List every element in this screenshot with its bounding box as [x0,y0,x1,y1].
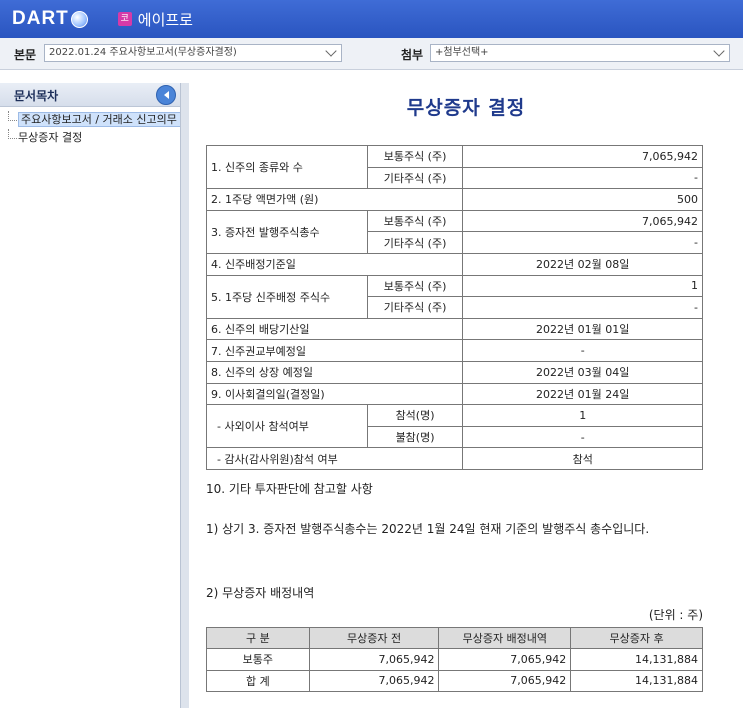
cell-value: 1 [462,274,703,298]
row-label: 8. 신주의 상장 예정일 [205,360,464,384]
sub-label: 참석(명) [366,404,464,427]
table-row: 2. 1주당 액면가액 (원) 500 [205,188,703,211]
cell-value: 1 [462,404,703,427]
toc-item-bonus-issue[interactable]: 무상증자 결정 [0,129,180,147]
row-label: 6. 신주의 배당기산일 [205,317,464,341]
row-label: 합 계 [206,669,310,693]
collapse-sidebar-icon[interactable] [156,85,176,105]
cell-value: 7,065,942 [438,669,572,693]
column-header: 무상증자 후 [570,627,703,649]
toc-item-label: 무상증자 결정 [18,131,83,144]
main-doc-select[interactable]: 2022.01.24 주요사항보고서(무상증자결정) [44,44,342,62]
sub-label: 보통주식 (주) [366,274,464,298]
sub-label: 기타주식 (주) [366,296,464,319]
column-header: 무상증자 배정내역 [438,627,572,649]
market-badge-icon: 코 [117,12,132,26]
toc-item-label: 주요사항보고서 / 거래소 신고의무 사항 [18,112,180,127]
attach-select-value: +첨부선택+ [435,47,489,58]
chevron-down-icon [325,45,337,57]
document-select-bar: 본문 2022.01.24 주요사항보고서(무상증자결정) 첨부 +첨부선택+ [0,38,743,70]
row-label: - 사외이사 참석여부 [206,404,368,449]
row-label: 5. 1주당 신주배정 주식수 [206,274,368,319]
cell-value: - [462,166,703,190]
cell-value: 7,065,942 [462,209,703,233]
cell-value: 7,065,942 [438,648,572,671]
company-name: 코 에이프로 [117,9,193,30]
cell-value: 14,131,884 [570,648,703,671]
decision-table: 1. 신주의 종류와 수 보통주식 (주) 7,065,942 기타주식 (주)… [205,144,703,470]
table-row: 8. 신주의 상장 예정일 2022년 03월 04일 [205,360,703,384]
cell-value: 2022년 02월 08일 [462,252,703,276]
table-row: 보통주 7,065,942 7,065,942 14,131,884 [206,648,703,671]
cell-value: 2022년 03월 04일 [462,360,703,384]
main-doc-select-value: 2022.01.24 주요사항보고서(무상증자결정) [49,47,237,58]
section-10-heading: 10. 기타 투자판단에 참고할 사항 [206,482,373,496]
cell-value: - [462,296,703,319]
row-label: 1. 신주의 종류와 수 [206,144,368,190]
table-row: 5. 1주당 신주배정 주식수 보통주식 (주) 1 [206,274,703,319]
top-header: DART 코 에이프로 [0,0,743,38]
dart-logo[interactable]: DART [12,8,88,30]
pane-splitter[interactable] [181,83,189,708]
row-label: 9. 이사회결의일(결정일) [205,382,464,406]
toc-title: 문서목차 [14,89,59,103]
table-row: 합 계 7,065,942 7,065,942 14,131,884 [206,669,703,693]
column-header: 무상증자 전 [308,627,440,649]
cell-value: 500 [462,188,703,211]
row-label: 7. 신주권교부예정일 [205,339,464,362]
row-label: 2. 1주당 액면가액 (원) [205,188,464,211]
cell-value: - [462,231,703,254]
document-title: 무상증자 결정 [406,97,526,119]
cell-value: 7,065,942 [462,145,703,168]
distribution-table: 구 분 무상증자 전 무상증자 배정내역 무상증자 후 보통주 7,065,94… [206,627,703,693]
table-row: 6. 신주의 배당기산일 2022년 01월 01일 [205,317,703,341]
sub-label: 보통주식 (주) [366,145,464,168]
cell-value: - [462,339,703,362]
document-viewer: 무상증자 결정 1. 신주의 종류와 수 보통주식 (주) 7,065,942 … [189,83,743,708]
toc-sidebar: 문서목차 주요사항보고서 / 거래소 신고의무 사항 무상증자 결정 [0,83,181,708]
table-row: 3. 증자전 발행주식총수 보통주식 (주) 7,065,942 [206,209,703,254]
row-label: 3. 증자전 발행주식총수 [206,209,368,254]
sub-label: 보통주식 (주) [366,209,464,233]
row-label: - 감사(감사위원)참석 여부 [205,447,464,470]
cell-value: 7,065,942 [308,648,440,671]
globe-icon [70,10,88,28]
sub-label: 불참(명) [366,425,464,449]
logo-text: DART [12,8,69,29]
table-header-row: 구 분 무상증자 전 무상증자 배정내역 무상증자 후 [206,627,703,649]
attach-label: 첨부 [401,48,424,62]
note-1: 1) 상기 3. 증자전 발행주식총수는 2022년 1월 24일 현재 기준의… [206,522,650,536]
unit-label: (단위 : 주) [648,608,703,622]
table-row: 7. 신주권교부예정일 - [205,339,703,362]
table-row: 4. 신주배정기준일 2022년 02월 08일 [205,252,703,276]
table-row: 9. 이사회결의일(결정일) 2022년 01월 24일 [205,382,703,406]
cell-value: 2022년 01월 01일 [462,317,703,341]
chevron-down-icon [713,45,725,57]
row-label: 보통주 [206,648,310,671]
toc-header: 문서목차 [0,83,180,107]
table-row: - 사외이사 참석여부 참석(명) 1 [206,404,703,449]
sub-label: 기타주식 (주) [366,166,464,190]
cell-value: 14,131,884 [570,669,703,693]
company-label: 에이프로 [137,10,193,29]
cell-value: 2022년 01월 24일 [462,382,703,406]
toc-item-main-report[interactable]: 주요사항보고서 / 거래소 신고의무 사항 [0,111,180,129]
sub-label: 기타주식 (주) [366,231,464,254]
column-header: 구 분 [206,627,310,649]
main-doc-label: 본문 [14,48,37,62]
table-row: 1. 신주의 종류와 수 보통주식 (주) 7,065,942 [206,144,703,190]
cell-value: 7,065,942 [308,669,440,693]
row-label: 4. 신주배정기준일 [205,252,464,276]
attach-select[interactable]: +첨부선택+ [430,44,730,62]
toc-tree: 주요사항보고서 / 거래소 신고의무 사항 무상증자 결정 [0,107,180,147]
note-2: 2) 무상증자 배정내역 [206,586,315,600]
cell-value: - [462,425,703,449]
cell-value: 참석 [462,447,703,470]
table-row: - 감사(감사위원)참석 여부 참석 [205,447,703,470]
